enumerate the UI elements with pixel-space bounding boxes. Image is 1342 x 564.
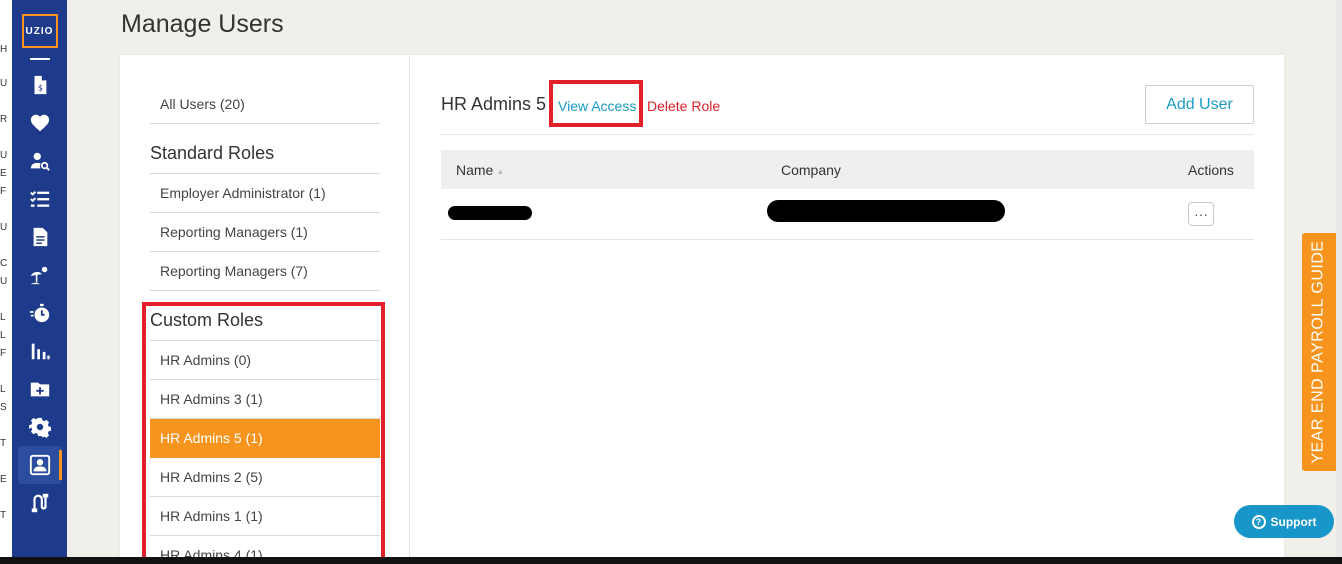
column-header-name-label: Name xyxy=(456,162,494,178)
nav-time-off[interactable] xyxy=(18,256,62,294)
nav-hiring[interactable] xyxy=(18,142,62,180)
gear-icon xyxy=(28,417,51,438)
year-end-payroll-guide-tab[interactable]: YEAR END PAYROLL GUIDE xyxy=(1302,233,1336,471)
document-icon xyxy=(33,227,47,247)
row-actions-button[interactable]: ··· xyxy=(1188,202,1214,226)
redacted-company xyxy=(767,200,1005,222)
edge-letter: E xyxy=(0,168,7,179)
nav-integrations[interactable] xyxy=(18,484,62,522)
main-nav-sidebar: UZIO $ xyxy=(12,0,67,564)
nav-time-tracking[interactable] xyxy=(18,294,62,332)
page-scrollbar[interactable] xyxy=(1336,0,1342,564)
column-header-company: Company xyxy=(781,162,841,178)
edge-letter: L xyxy=(0,384,6,395)
timer-icon xyxy=(29,303,49,323)
nav-documents[interactable] xyxy=(18,218,62,256)
column-header-actions: Actions xyxy=(1188,162,1234,178)
sort-arrow-icon: ▲ xyxy=(496,166,505,176)
heart-icon xyxy=(30,114,49,132)
vacation-icon xyxy=(30,266,47,285)
role-item-all-users[interactable]: All Users (20) xyxy=(150,85,380,124)
nav-tasks[interactable] xyxy=(18,180,62,218)
column-header-name[interactable]: Name ▲ xyxy=(456,162,504,178)
role-item-custom[interactable]: HR Admins 2 (5) xyxy=(150,458,380,497)
edge-letter: H xyxy=(0,44,8,55)
nav-manage-users[interactable] xyxy=(17,446,62,484)
edge-letter: U xyxy=(0,78,8,89)
help-icon: ? xyxy=(1251,514,1266,529)
user-search-icon xyxy=(30,152,50,171)
connection-icon xyxy=(31,493,48,513)
role-item-standard[interactable]: Reporting Managers (1) xyxy=(150,213,380,252)
add-user-button[interactable]: Add User xyxy=(1145,85,1254,124)
support-button[interactable]: ? Support xyxy=(1234,505,1334,538)
edge-letter: S xyxy=(0,402,7,413)
checklist-icon xyxy=(29,191,49,207)
table-row: ··· xyxy=(441,189,1254,240)
role-item-custom[interactable]: HR Admins (0) xyxy=(150,341,380,380)
role-item-standard[interactable]: Reporting Managers (7) xyxy=(150,252,380,291)
view-access-link[interactable]: View Access xyxy=(558,98,636,114)
nav-payroll[interactable]: $ xyxy=(18,66,62,104)
edge-letter: U xyxy=(0,222,8,233)
edge-letter: L xyxy=(0,312,6,323)
year-end-tab-label: YEAR END PAYROLL GUIDE xyxy=(1310,240,1328,464)
dollar-document-icon: $ xyxy=(34,75,46,95)
edge-letter: U xyxy=(0,150,8,161)
users-table-header: Name ▲ Company Actions xyxy=(441,150,1254,189)
role-title: HR Admins 5 xyxy=(441,94,547,114)
edge-letter: C xyxy=(0,258,8,269)
logo-divider xyxy=(29,58,50,60)
page-title: Manage Users xyxy=(121,10,284,38)
folder-add-icon xyxy=(30,382,49,397)
edge-letter: L xyxy=(0,330,6,341)
nav-benefits[interactable] xyxy=(18,104,62,142)
manage-users-card: All Users (20) Standard Roles Employer A… xyxy=(120,55,1284,564)
nav-reports[interactable] xyxy=(18,332,62,370)
roles-list-pane: All Users (20) Standard Roles Employer A… xyxy=(120,55,410,564)
edge-letter: R xyxy=(0,114,8,125)
support-label: Support xyxy=(1270,514,1317,529)
delete-role-link[interactable]: Delete Role xyxy=(647,98,720,114)
standard-roles-heading: Standard Roles xyxy=(150,134,380,174)
edge-letter: T xyxy=(0,510,7,521)
edge-letter: F xyxy=(0,348,7,359)
svg-text:$: $ xyxy=(37,83,42,93)
bar-chart-icon xyxy=(31,343,50,360)
bottom-bar xyxy=(0,557,1342,564)
edge-letter: F xyxy=(0,186,7,197)
user-card-icon xyxy=(29,454,50,476)
role-item-custom[interactable]: HR Admins 1 (1) xyxy=(150,497,380,536)
edge-letter: U xyxy=(0,276,8,287)
role-item-standard[interactable]: Employer Administrator (1) xyxy=(150,174,380,213)
cropped-edge-strip: H U R U E F U C U L L F L S T E T xyxy=(0,0,12,564)
role-item-custom[interactable]: HR Admins 3 (1) xyxy=(150,380,380,419)
custom-roles-heading: Custom Roles xyxy=(150,301,380,341)
edge-letter: E xyxy=(0,474,7,485)
edge-letter: T xyxy=(0,438,7,449)
title-divider xyxy=(441,134,1254,135)
nav-settings[interactable] xyxy=(18,408,62,446)
role-item-custom-selected[interactable]: HR Admins 5 (1) xyxy=(150,419,380,458)
redacted-name xyxy=(448,206,532,220)
nav-files[interactable] xyxy=(18,370,62,408)
uzio-logo[interactable]: UZIO xyxy=(21,14,58,48)
